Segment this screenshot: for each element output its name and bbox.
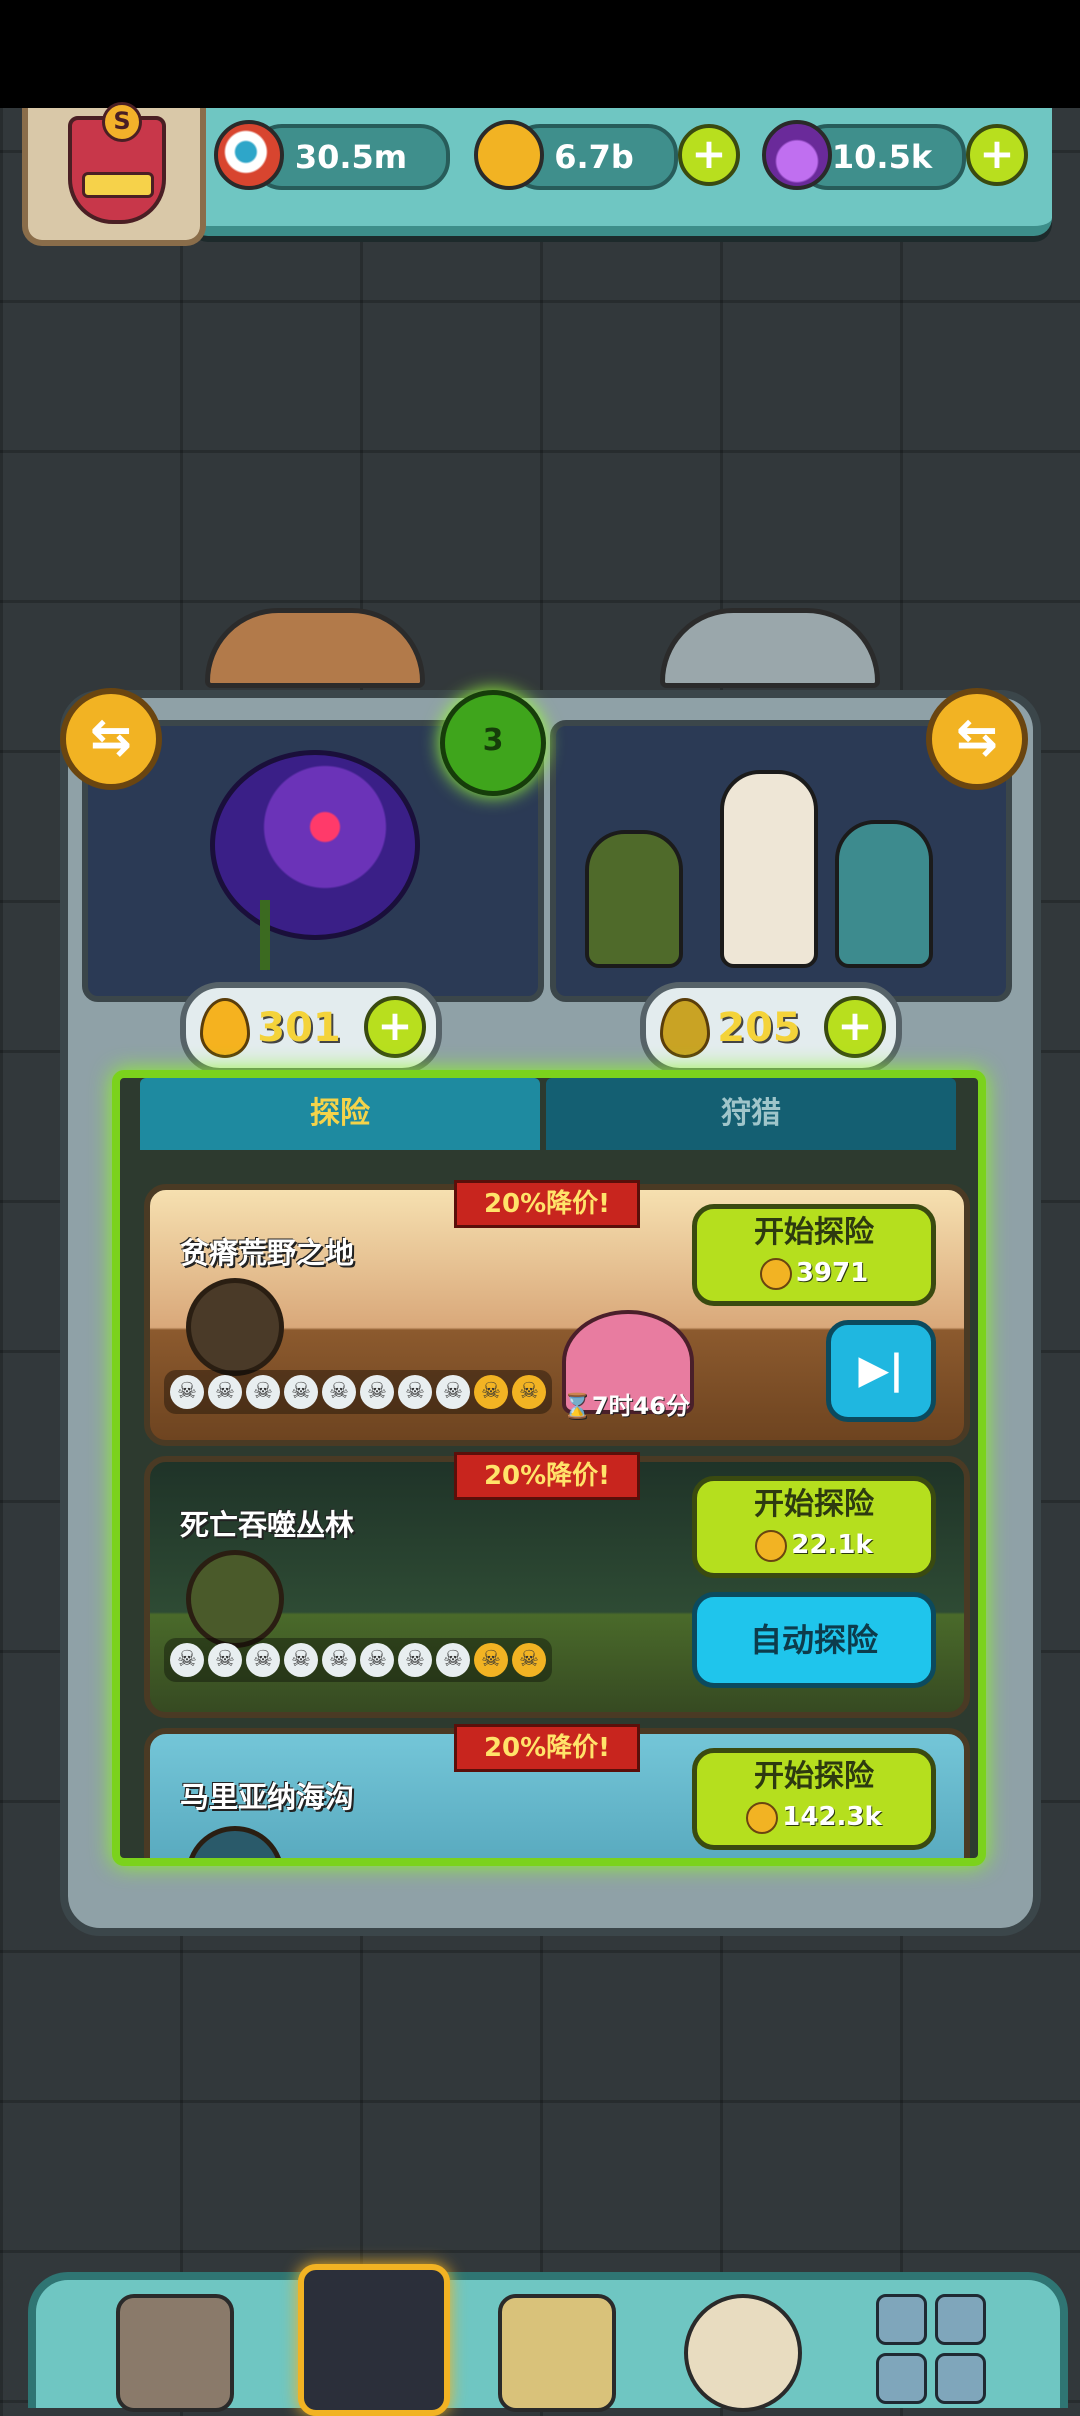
swap-left-button[interactable]: ⇆ [60, 688, 162, 790]
auto-expedition-button[interactable]: 自动探险 [692, 1592, 936, 1688]
drop-icon [200, 998, 250, 1058]
gold-skull-icon: ☠ [512, 1643, 546, 1677]
start-expedition-button[interactable]: 开始探险 22.1k [692, 1476, 936, 1578]
difficulty-skulls: ☠ ☠ ☠ ☠ ☠ ☠ ☠ ☠ ☠ ☠ [164, 1370, 552, 1414]
add-potion-button[interactable]: + [966, 124, 1028, 186]
skull-icon: ☠ [246, 1375, 280, 1409]
book-icon[interactable] [498, 2294, 616, 2412]
rose-stem [260, 900, 270, 970]
teeth-icon [82, 172, 154, 198]
coin-icon [746, 1801, 779, 1834]
skull-icon: ☠ [360, 1643, 394, 1677]
hero-gunner[interactable] [835, 820, 933, 968]
drop-counter-right: 205 + [640, 982, 902, 1074]
grid-cell [935, 2294, 986, 2345]
discount-badge: 20%降价! [454, 1452, 640, 1500]
tab-hunt[interactable]: 狩猎 [546, 1078, 956, 1150]
skull-icon: ☠ [436, 1643, 470, 1677]
gold-skull-icon: ☠ [512, 1375, 546, 1409]
skull-icon: ☠ [284, 1643, 318, 1677]
skull-icon: ☠ [208, 1375, 242, 1409]
skip-button[interactable]: ▶| [826, 1320, 936, 1422]
drop-counter-left: 301 + [180, 982, 442, 1074]
clover-icon: 3 [440, 690, 546, 796]
expedition-cost: 22.1k [697, 1527, 931, 1563]
area-emblem-icon [186, 1278, 284, 1376]
rose-monster[interactable] [210, 750, 420, 940]
right-dome [660, 608, 880, 688]
area-emblem-icon [186, 1826, 284, 1858]
area-name: 死亡吞噬丛林 [180, 1508, 355, 1542]
expedition-cost: 3971 [697, 1255, 931, 1291]
button-label: 开始探险 [754, 1487, 874, 1522]
gold-skull-icon: ☠ [474, 1643, 508, 1677]
area-name: 马里亚纳海沟 [180, 1780, 355, 1814]
expedition-cost: 142.3k [697, 1799, 931, 1835]
grid-cell [876, 2353, 927, 2404]
skull-icon: ☠ [360, 1375, 394, 1409]
gold-skull-icon: ☠ [474, 1375, 508, 1409]
area-emblem-icon [186, 1550, 284, 1648]
potion-icon [762, 120, 832, 190]
coin-icon [755, 1529, 788, 1562]
skull-icon: ☠ [208, 1643, 242, 1677]
shop-icon[interactable] [116, 2294, 234, 2412]
grid-cell [876, 2294, 927, 2345]
drop-value: 205 [717, 1005, 801, 1051]
expedition-timer: ⌛7时46分 [562, 1392, 690, 1420]
bottom-nav [28, 2264, 1068, 2416]
add-drop-button[interactable]: + [824, 996, 886, 1058]
skull-icon: ☠ [398, 1643, 432, 1677]
discount-badge: 20%降价! [454, 1180, 640, 1228]
status-bar [0, 0, 1080, 108]
skull-icon: ☠ [170, 1643, 204, 1677]
start-expedition-button[interactable]: 开始探险 142.3k [692, 1748, 936, 1850]
area-name: 贫瘠荒野之地 [180, 1236, 355, 1270]
swap-right-button[interactable]: ⇆ [926, 688, 1028, 790]
left-dome [205, 608, 425, 688]
difficulty-skulls: ☠ ☠ ☠ ☠ ☠ ☠ ☠ ☠ ☠ ☠ [164, 1638, 552, 1682]
skull-icon: ☠ [398, 1375, 432, 1409]
start-expedition-button[interactable]: 开始探险 3971 [692, 1204, 936, 1306]
expedition-panel: 探险 狩猎 贫瘠荒野之地 ☠ ☠ ☠ ☠ ☠ ☠ ☠ ☠ ☠ ☠ ⌛7时46分 … [112, 1070, 986, 1866]
skull-icon: ☠ [246, 1643, 280, 1677]
profile-emblem[interactable]: S [22, 102, 206, 246]
coin-icon [474, 120, 544, 190]
grid-cell [935, 2353, 986, 2404]
hero-tribal[interactable] [585, 830, 683, 968]
drop-value: 301 [257, 1005, 341, 1051]
skull-icon: ☠ [436, 1375, 470, 1409]
discount-badge: 20%降价! [454, 1724, 640, 1772]
eyeball-icon [214, 120, 284, 190]
tab-explore[interactable]: 探险 [140, 1078, 540, 1150]
skull-icon: ☠ [284, 1375, 318, 1409]
drop-icon [660, 998, 710, 1058]
button-label: 开始探险 [754, 1215, 874, 1250]
grid-icon[interactable] [876, 2294, 986, 2404]
skull-icon: ☠ [170, 1375, 204, 1409]
skull-icon: ☠ [322, 1643, 356, 1677]
add-coin-button[interactable]: + [678, 124, 740, 186]
skull-icon: ☠ [322, 1375, 356, 1409]
money-bag-icon[interactable] [684, 2294, 802, 2412]
hero-chef[interactable] [720, 770, 818, 968]
rank-badge: S [102, 102, 142, 142]
button-label: 开始探险 [754, 1759, 874, 1794]
coin-icon [759, 1257, 792, 1290]
monster-icon[interactable] [298, 2264, 450, 2416]
add-drop-button[interactable]: + [364, 996, 426, 1058]
